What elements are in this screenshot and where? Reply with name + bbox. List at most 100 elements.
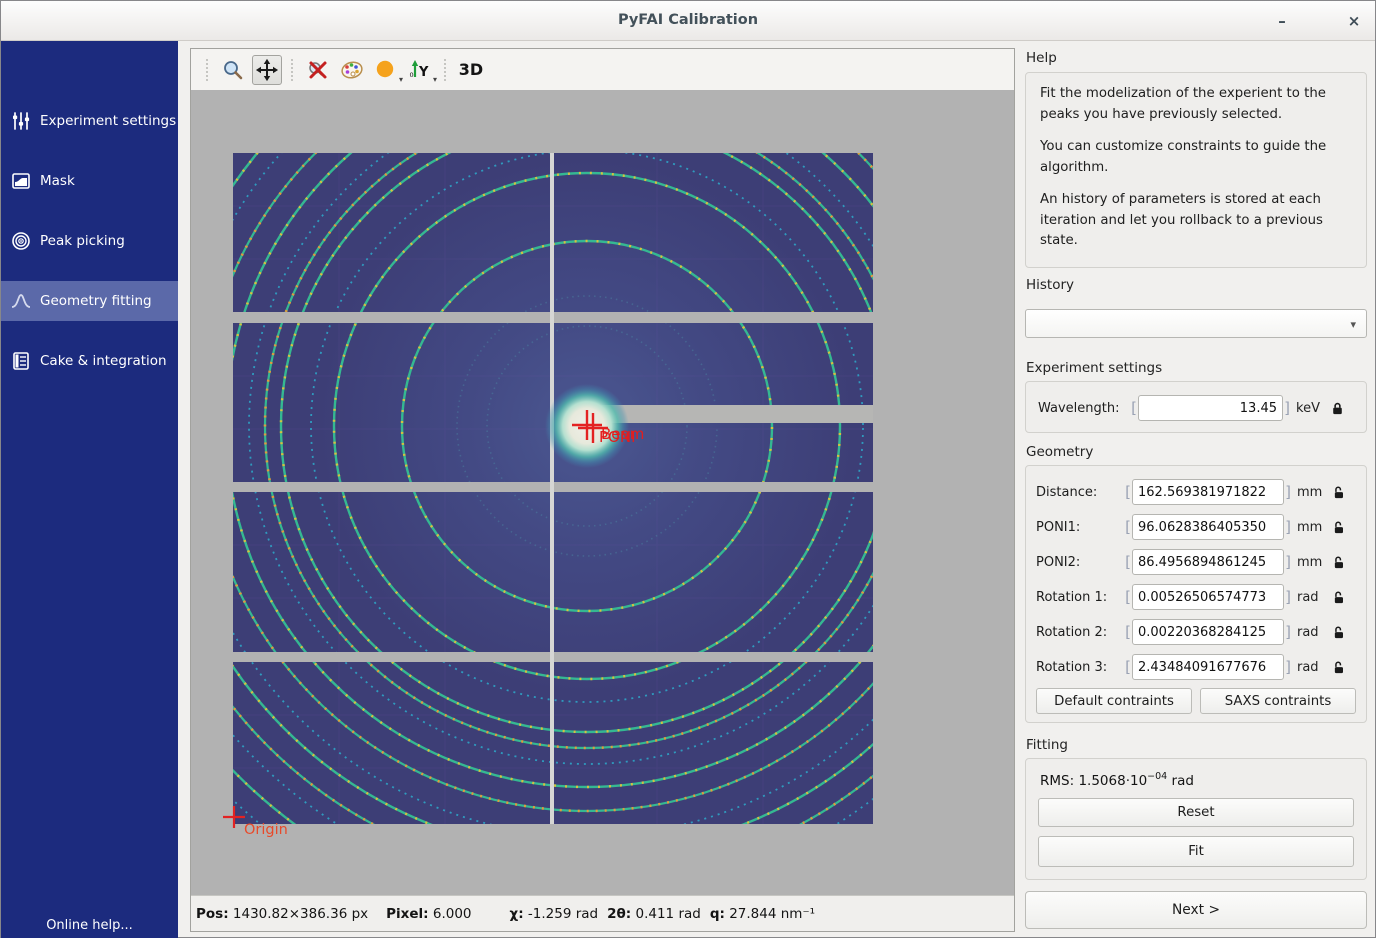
field-label: Rotation 3:: [1036, 660, 1124, 675]
minimize-button[interactable]: –: [1269, 9, 1295, 33]
sidebar-item-geometry-fitting[interactable]: Geometry fitting: [1, 281, 178, 321]
sidebar-item-experiment-settings[interactable]: Experiment settings: [1, 101, 178, 141]
marker-color-button[interactable]: ▾: [371, 55, 401, 85]
center-labels: Beam PONI: [599, 425, 644, 446]
rotation2-input[interactable]: [1132, 619, 1284, 645]
fit-button[interactable]: Fit: [1038, 836, 1354, 867]
field-unit: mm: [1297, 485, 1329, 500]
close-button[interactable]: ×: [1341, 9, 1367, 33]
rms-readout: RMS: 1.5068·10−04 rad: [1040, 771, 1194, 789]
field-unit: rad: [1297, 625, 1329, 640]
spin-bracket[interactable]: ]: [1284, 658, 1292, 676]
spin-bracket[interactable]: [: [1124, 623, 1132, 641]
distance-input[interactable]: [1132, 479, 1284, 505]
pos-label: Pos:: [196, 906, 229, 922]
plot-widget: ▾ Y 0 ▾ 3D: [190, 48, 1015, 932]
field-label: Distance:: [1036, 485, 1124, 500]
lock-open-icon[interactable]: [1331, 590, 1346, 605]
colormap-button[interactable]: [337, 55, 367, 85]
rotation3-input[interactable]: [1132, 654, 1284, 680]
poni2-input[interactable]: [1132, 549, 1284, 575]
reset-zoom-button[interactable]: [303, 55, 333, 85]
history-dropdown[interactable]: ▾: [1025, 309, 1367, 338]
spin-bracket[interactable]: [: [1124, 483, 1132, 501]
spin-bracket[interactable]: [: [1124, 518, 1132, 536]
spin-bracket[interactable]: ]: [1284, 518, 1292, 536]
two-theta-label: 2θ:: [607, 906, 631, 922]
lock-open-icon[interactable]: [1331, 660, 1346, 675]
rotation1-input[interactable]: [1132, 584, 1284, 610]
module-vertical-gap: [550, 153, 554, 824]
rms-label: RMS:: [1040, 773, 1074, 789]
poni2-row: PONI2: [ ] mm: [1036, 548, 1356, 576]
sidebar-item-cake-integration[interactable]: Cake & integration: [1, 341, 178, 381]
geometry-section-title: Geometry: [1026, 444, 1093, 460]
wavelength-input[interactable]: [1138, 395, 1283, 421]
poni-label: PONI: [599, 428, 636, 446]
spin-bracket[interactable]: ]: [1284, 483, 1292, 501]
spin-bracket[interactable]: ]: [1284, 553, 1292, 571]
field-unit: rad: [1297, 660, 1329, 675]
sliders-icon: [10, 110, 32, 132]
spin-bracket[interactable]: [: [1124, 588, 1132, 606]
plot-canvas[interactable]: Beam PONI Origin: [191, 90, 1014, 896]
lock-open-icon[interactable]: [1331, 520, 1346, 535]
y-axis-icon: Y 0: [407, 57, 433, 83]
dropdown-caret-icon: ▾: [399, 75, 403, 84]
y-axis-orientation-button[interactable]: Y 0 ▾: [405, 55, 435, 85]
palette-icon: [339, 57, 365, 83]
next-button[interactable]: Next >: [1025, 891, 1367, 929]
poni1-row: PONI1: [ ] mm: [1036, 513, 1356, 541]
pixel-label: Pixel:: [386, 906, 428, 922]
q-value: 27.844 nm⁻¹: [729, 906, 815, 922]
lock-open-icon[interactable]: [1331, 625, 1346, 640]
sidebar-item-peak-picking[interactable]: Peak picking: [1, 221, 178, 261]
beamstop-arm: [593, 405, 873, 423]
spin-bracket[interactable]: ]: [1284, 623, 1292, 641]
default-constraints-button[interactable]: Default contraints: [1036, 688, 1192, 714]
right-panel: Help Fit the modelization of the experie…: [1025, 48, 1367, 932]
spin-bracket[interactable]: [: [1124, 658, 1132, 676]
spin-bracket[interactable]: [: [1124, 553, 1132, 571]
wavelength-row: Wavelength: [ ] keV: [1038, 395, 1358, 421]
experiment-box: Wavelength: [ ] keV: [1025, 381, 1367, 433]
fitting-box: RMS: 1.5068·10−04 rad Reset Fit: [1025, 758, 1367, 880]
pos-value: 1430.82×386.36 px: [233, 906, 368, 922]
saxs-constraints-button[interactable]: SAXS contraints: [1200, 688, 1356, 714]
toolbar-grip[interactable]: [290, 58, 295, 82]
spin-bracket[interactable]: ]: [1283, 399, 1291, 417]
toolbar-grip[interactable]: [443, 58, 448, 82]
reset-button[interactable]: Reset: [1038, 798, 1354, 827]
toolbar-grip[interactable]: [205, 58, 210, 82]
fitting-section-title: Fitting: [1026, 737, 1068, 753]
sidebar-item-mask[interactable]: Mask: [1, 161, 178, 201]
field-label: PONI2:: [1036, 555, 1124, 570]
help-box: Fit the modelization of the experient to…: [1025, 72, 1367, 268]
spin-bracket[interactable]: [: [1130, 399, 1138, 417]
help-section-title: Help: [1026, 50, 1057, 66]
sidebar-item-label: Experiment settings: [40, 113, 176, 129]
pixel-value: 6.000: [433, 906, 472, 922]
geometry-box: Distance: [ ] mm PONI1: [ ] mm: [1025, 465, 1367, 723]
sidebar-item-label: Peak picking: [40, 233, 125, 249]
lock-closed-icon[interactable]: [1330, 401, 1345, 416]
svg-text:Y: Y: [418, 65, 429, 80]
magnifier-icon: [221, 58, 245, 82]
lock-open-icon[interactable]: [1331, 555, 1346, 570]
spin-bracket[interactable]: ]: [1284, 588, 1292, 606]
zoom-tool-button[interactable]: [218, 55, 248, 85]
origin-marker: Origin: [219, 804, 309, 840]
online-help-link[interactable]: Online help...: [1, 918, 178, 933]
move-arrows-icon: [255, 58, 279, 82]
orange-circle-icon: [373, 57, 399, 83]
field-label: Rotation 1:: [1036, 590, 1124, 605]
distance-row: Distance: [ ] mm: [1036, 478, 1356, 506]
lock-open-icon[interactable]: [1331, 485, 1346, 500]
wavelength-unit: keV: [1296, 401, 1328, 416]
pan-tool-button[interactable]: [252, 55, 282, 85]
plot-toolbar: ▾ Y 0 ▾ 3D: [191, 49, 1014, 90]
poni1-input[interactable]: [1132, 514, 1284, 540]
3d-view-button[interactable]: 3D: [456, 55, 486, 85]
q-label: q:: [710, 906, 725, 922]
rms-exponent: −04: [1147, 771, 1167, 782]
